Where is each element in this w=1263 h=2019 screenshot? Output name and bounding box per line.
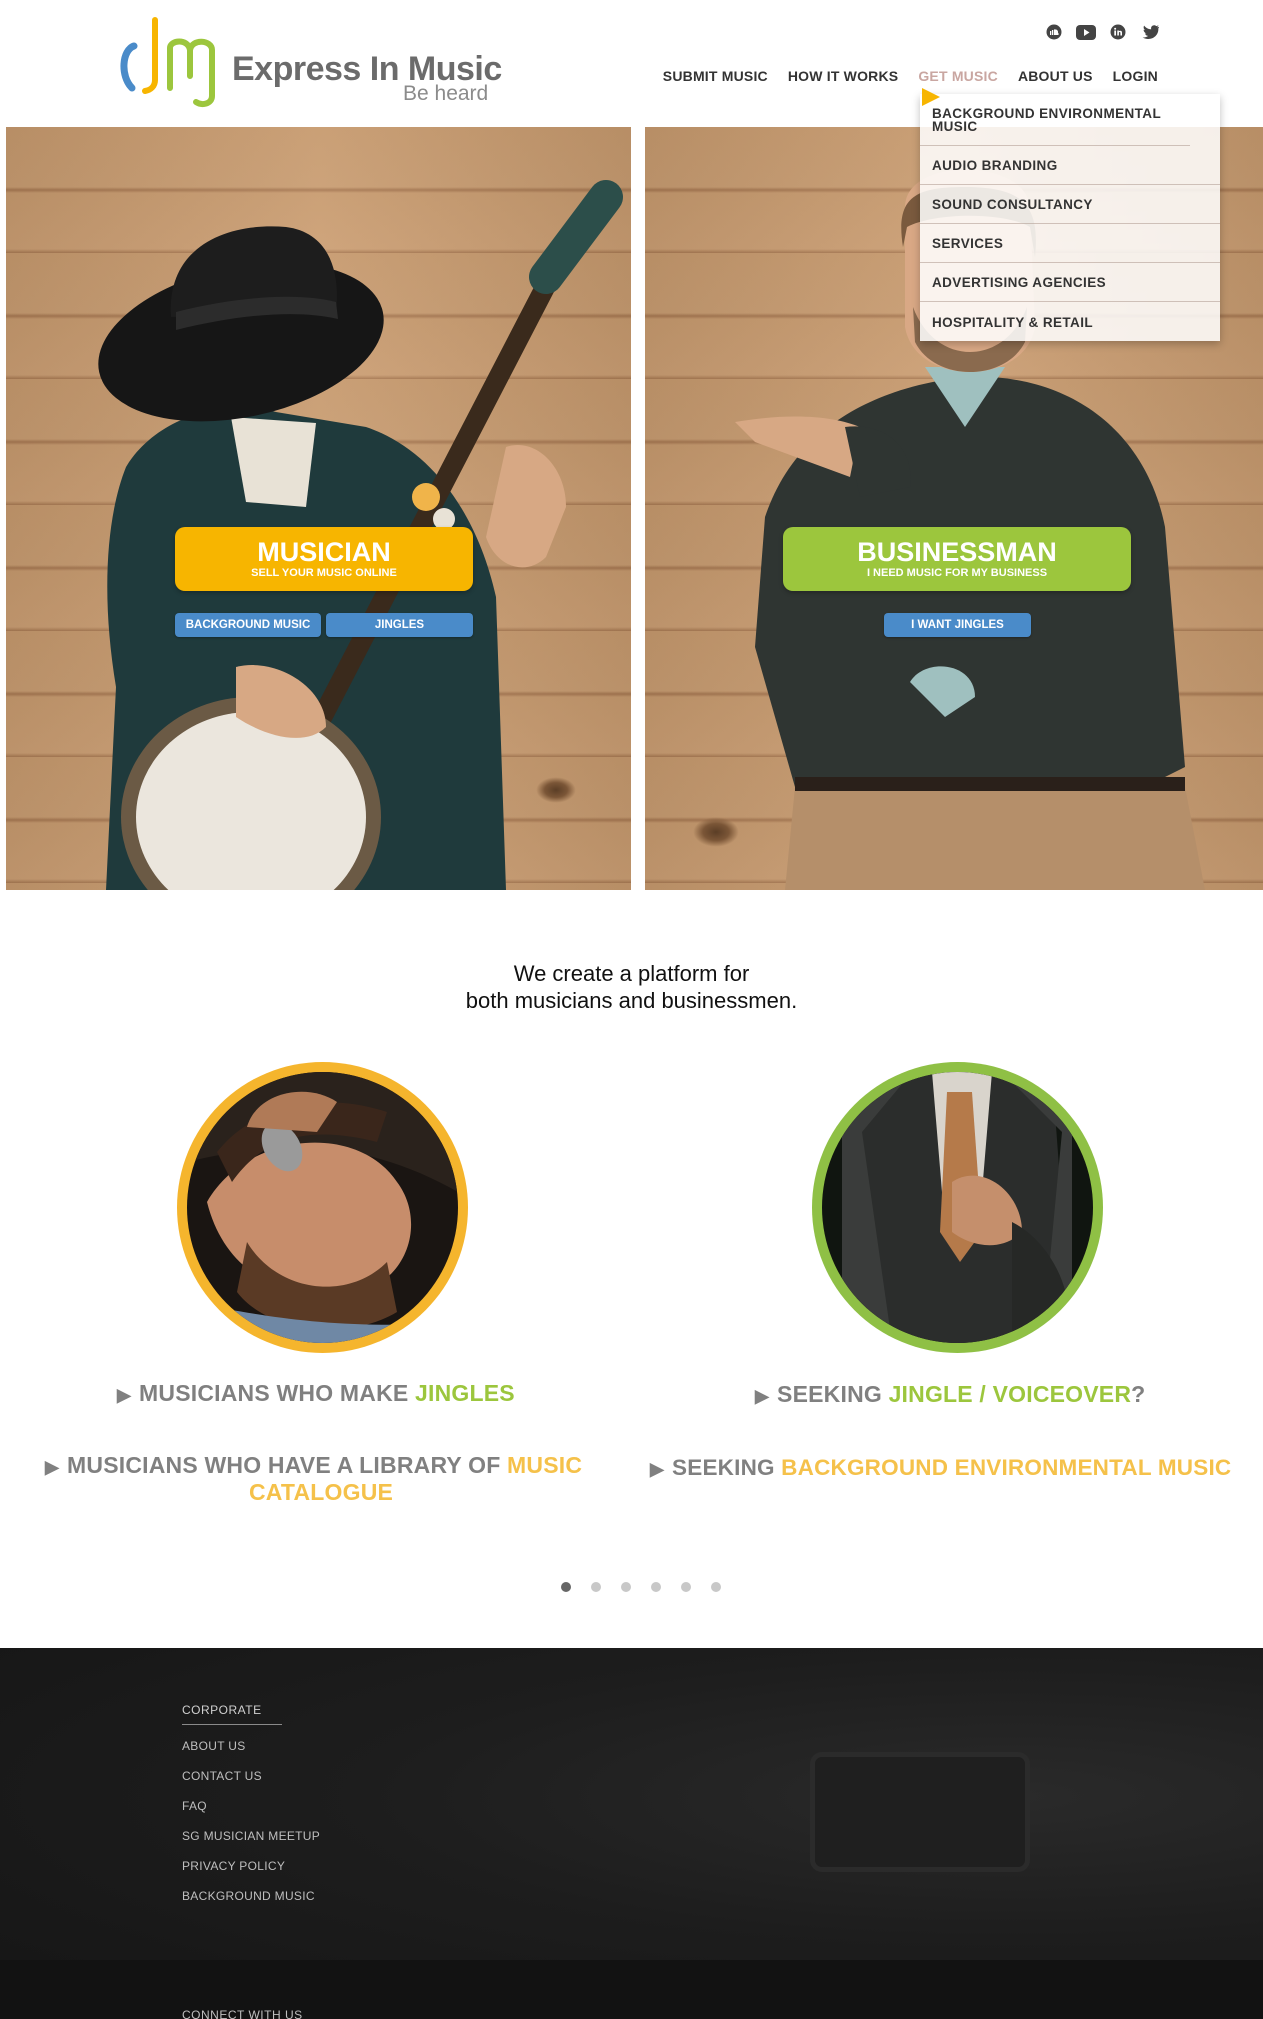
dropdown-item-sound-consultancy[interactable]: SOUND CONSULTANCY — [920, 185, 1220, 224]
suit-photo — [822, 1072, 1093, 1343]
feature-highlight: MUSIC — [507, 1452, 583, 1478]
footer-link-privacy-policy[interactable]: PRIVACY POLICY — [182, 1859, 285, 1873]
nav-how-it-works[interactable]: HOW IT WORKS — [788, 68, 899, 84]
footer-link-about-us[interactable]: ABOUT US — [182, 1739, 246, 1753]
businessman-circle — [812, 1062, 1103, 1353]
platform-line-1: We create a platform for — [513, 961, 750, 986]
footer-heading-corporate: CORPORATE — [182, 1703, 282, 1725]
dropdown-item-audio-branding[interactable]: AUDIO BRANDING — [920, 146, 1220, 185]
feature-text: MUSICIANS WHO MAKE — [139, 1380, 416, 1406]
musician-circle — [177, 1062, 468, 1353]
carousel-dot-5[interactable] — [681, 1582, 691, 1592]
play-triangle-icon: ▶ — [45, 1457, 60, 1477]
platform-line-2: both musicians and businessmen. — [465, 988, 798, 1013]
carousel-dot-4[interactable] — [651, 1582, 661, 1592]
carousel-dot-3[interactable] — [621, 1582, 631, 1592]
jingles-button[interactable]: JINGLES — [326, 613, 473, 637]
feature-seeking-background-music[interactable]: ▶ SEEKING BACKGROUND ENVIRONMENTAL MUSIC — [650, 1454, 1231, 1483]
main-nav: SUBMIT MUSIC HOW IT WORKS GET MUSIC ABOU… — [663, 68, 1158, 84]
play-triangle-icon: ▶ — [117, 1385, 132, 1405]
feature-musicians-library[interactable]: ▶ MUSICIANS WHO HAVE A LIBRARY OF MUSIC — [45, 1452, 582, 1481]
feature-musicians-jingles[interactable]: ▶ MUSICIANS WHO MAKE JINGLES — [117, 1380, 515, 1409]
site-logo[interactable]: Express In Music Be heard — [118, 16, 518, 112]
musician-cta-title: MUSICIAN — [257, 537, 391, 567]
site-footer: CORPORATE ABOUT US CONTACT US FAQ SG MUS… — [0, 1648, 1263, 2019]
linkedin-icon[interactable] — [1108, 22, 1128, 42]
logo-mark-icon — [120, 17, 215, 107]
platform-statement: We create a platform for both musicians … — [0, 960, 1263, 1014]
soundcloud-icon[interactable] — [1044, 22, 1064, 42]
dropdown-item-hospitality-retail[interactable]: HOSPITALITY & RETAIL — [920, 302, 1220, 341]
businessman-cta[interactable]: BUSINESSMAN I NEED MUSIC FOR MY BUSINESS — [783, 527, 1131, 591]
feature-highlight-catalogue[interactable]: CATALOGUE — [249, 1479, 393, 1506]
musician-cta[interactable]: MUSICIAN SELL YOUR MUSIC ONLINE — [175, 527, 473, 591]
twitter-icon[interactable] — [1140, 22, 1160, 42]
singer-photo — [187, 1072, 458, 1343]
carousel-dot-6[interactable] — [711, 1582, 721, 1592]
dropdown-item-services[interactable]: SERVICES — [920, 224, 1220, 263]
get-music-dropdown: BACKGROUND ENVIRONMENTAL MUSIC AUDIO BRA… — [920, 94, 1220, 341]
feature-highlight: BACKGROUND ENVIRONMENTAL MUSIC — [781, 1455, 1232, 1480]
nav-get-music[interactable]: GET MUSIC — [918, 68, 998, 84]
feature-highlight: JINGLE / VOICEOVER — [888, 1381, 1132, 1407]
dropdown-item-advertising-agencies[interactable]: ADVERTISING AGENCIES — [920, 263, 1220, 302]
dropdown-pointer-icon — [922, 88, 940, 106]
play-triangle-icon: ▶ — [755, 1386, 770, 1406]
i-want-jingles-button[interactable]: I WANT JINGLES — [884, 613, 1031, 637]
footer-background-phone — [810, 1752, 1030, 1872]
youtube-icon[interactable] — [1076, 22, 1096, 42]
feature-text: SEEKING — [777, 1381, 889, 1407]
logo-tagline: Be heard — [403, 82, 489, 105]
musician-photo — [98, 180, 623, 890]
social-links — [1044, 22, 1160, 44]
nav-login[interactable]: LOGIN — [1113, 68, 1158, 84]
carousel-dot-1[interactable] — [561, 1582, 571, 1592]
nav-submit-music[interactable]: SUBMIT MUSIC — [663, 68, 768, 84]
feature-seeking-jingle[interactable]: ▶ SEEKING JINGLE / VOICEOVER? — [755, 1381, 1145, 1410]
feature-suffix: ? — [1131, 1381, 1146, 1407]
carousel-dot-2[interactable] — [591, 1582, 601, 1592]
hero-musician-panel — [6, 127, 631, 890]
footer-link-background-music[interactable]: BACKGROUND MUSIC — [182, 1889, 315, 1903]
play-triangle-icon: ▶ — [650, 1459, 665, 1479]
background-music-button[interactable]: BACKGROUND MUSIC — [175, 613, 321, 637]
footer-link-faq[interactable]: FAQ — [182, 1799, 207, 1813]
footer-link-contact-us[interactable]: CONTACT US — [182, 1769, 262, 1783]
nav-about-us[interactable]: ABOUT US — [1018, 68, 1093, 84]
dropdown-item-background-environmental-music[interactable]: BACKGROUND ENVIRONMENTAL MUSIC — [920, 94, 1190, 146]
feature-text: SEEKING — [672, 1455, 782, 1480]
footer-heading-connect: CONNECT WITH US — [182, 2008, 303, 2019]
footer-link-sg-musician-meetup[interactable]: SG MUSICIAN MEETUP — [182, 1829, 320, 1843]
businessman-cta-subtitle: I NEED MUSIC FOR MY BUSINESS — [866, 567, 1048, 579]
businessman-cta-title: BUSINESSMAN — [857, 537, 1057, 567]
carousel-dots — [561, 1582, 721, 1592]
musician-cta-subtitle: SELL YOUR MUSIC ONLINE — [251, 567, 397, 579]
feature-text: MUSICIANS WHO HAVE A LIBRARY OF — [67, 1452, 508, 1478]
feature-highlight: JINGLES — [415, 1380, 515, 1406]
